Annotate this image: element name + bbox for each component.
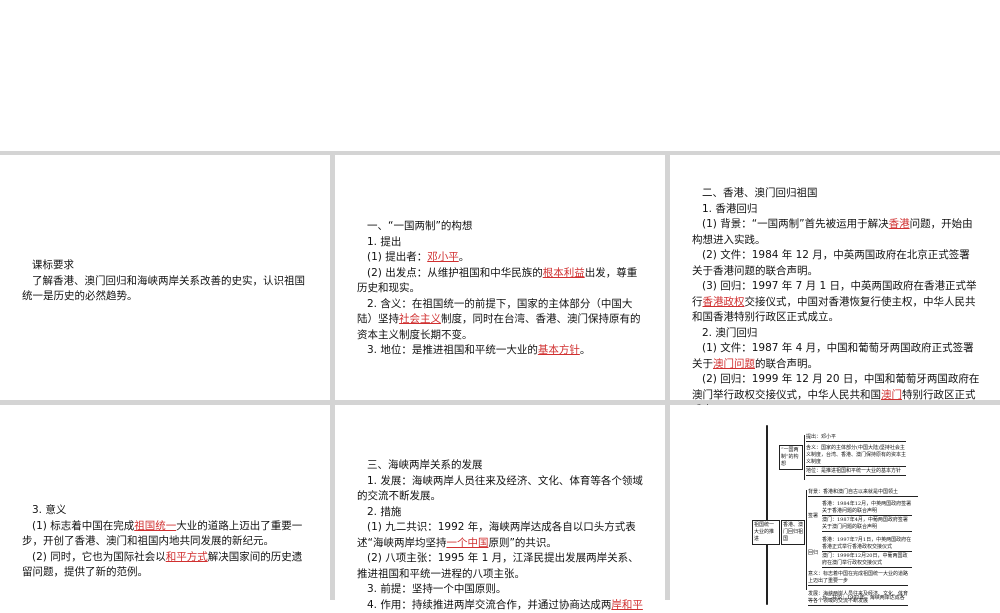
line: 3. 地位：是推进祖国和平统一大业的基本方针。 [357, 343, 645, 359]
subheading: 2. 澳门回归 [692, 326, 980, 342]
subheading: 2. 措施 [357, 505, 645, 521]
text: (1) 背景：“一国两制”首先被运用于解决 [702, 218, 889, 230]
text: 的联合声明。 [755, 358, 818, 370]
map-leaf: 提出：邓小平 [806, 434, 906, 442]
map-root: 祖国统一大业的推进 [752, 520, 780, 545]
answer-blank: 祖国统一 [134, 520, 176, 532]
map-leaf: 澳门：1999年12月20日，中葡两国政府在澳门举行政权交接仪式 [822, 553, 912, 568]
heading: 二、香港、澳门回归祖国 [692, 186, 980, 202]
line: (1) 提出者：邓小平。 [357, 250, 645, 266]
text: 4. 作用：持续推进两岸交流合作，并通过协商达成两 [367, 599, 611, 611]
answer-blank: 岸和平 [611, 599, 643, 611]
line: (2) 八项主张：1995 年 1 月，江泽民提出发展两岸关系、推进祖国和平统一… [357, 551, 645, 582]
text: (2) 出发点：从维护祖国和中华民族的 [367, 267, 543, 279]
answer-blank: 澳门问题 [713, 358, 755, 370]
map-leaf: 回归 [808, 550, 820, 557]
map-leaf: 意义：标志着中国在完成祖国统一大业的道路上迈出了重要一步 [808, 571, 908, 586]
map-leaf: 背景：香港和澳门自古以来就是中国领土 [808, 489, 918, 497]
slide-cross-strait: 三、海峡两岸关系的发展 1. 发展：海峡两岸人员往来及经济、文化、体育等各个领域… [335, 405, 665, 600]
map-leaf: 香港：1997年7月1日，中英两国政府在香港正式举行香港政权交接仪式 [822, 537, 912, 552]
answer-blank: 香港 [889, 218, 910, 230]
line: (2) 出发点：从维护祖国和中华民族的根本利益出发，尊重历史和现实。 [357, 266, 645, 297]
line: (1) 文件：1987 年 4 月，中国和葡萄牙两国政府正式签署关于澳门问题的联… [692, 341, 980, 372]
line: (2) 文件：1984 年 12 月，中英两国政府在北京正式签署关于香港问题的联… [692, 248, 980, 279]
answer-blank: 基本方针 [538, 344, 580, 356]
text: 。 [580, 344, 591, 356]
answer-blank: 一个中国 [446, 537, 488, 549]
text: (2) 同时，它也为国际社会以 [32, 551, 166, 563]
subheading: 1. 香港回归 [692, 202, 980, 218]
map-node: 香港、澳门回归祖国 [781, 520, 805, 545]
subheading: 3. 意义 [22, 503, 310, 519]
blank-header-area [0, 0, 1000, 151]
line: 3. 前提：坚持一个中国原则。 [357, 582, 645, 598]
map-node: “一国两制”的构想 [779, 445, 803, 470]
slide-curriculum: 课标要求 了解香港、澳门回归和海峡两岸关系改善的史实，认识祖国统一是历史的必然趋… [0, 155, 330, 400]
answer-blank: 澳门 [881, 389, 902, 401]
map-leaf: 地位：是推进祖国和平统一大业的基本方针 [806, 468, 906, 476]
slide-hk-macau-return: 二、香港、澳门回归祖国 1. 香港回归 (1) 背景：“一国两制”首先被运用于解… [670, 155, 1000, 400]
answer-blank: 邓小平 [427, 251, 459, 263]
heading: 三、海峡两岸关系的发展 [357, 458, 645, 474]
text: (1) 标志着中国在完成 [32, 520, 134, 532]
answer-blank: 和平方式 [166, 551, 208, 563]
answer-blank: 社会主义 [399, 313, 441, 325]
map-leaf: 签署 [808, 513, 820, 520]
line: (3) 回归：1997 年 7 月 1 日，中英两国政府在香港正式举行香港政权交… [692, 279, 980, 326]
line: (1) 九二共识：1992 年，海峡两岸达成各自以口头方式表述“海峡两岸均坚持一… [357, 520, 645, 551]
body: 了解香港、澳门回归和海峡两岸关系改善的史实，认识祖国统一是历史的必然趋势。 [22, 274, 310, 305]
line: 1. 发展：海峡两岸人员往来及经济、文化、体育等各个领域的交流不断发展。 [357, 474, 645, 505]
map-leaf: 香港：1984年12月，中英两国政府签署关于香港问题的联合声明 [822, 501, 912, 516]
heading: 一、“一国两制”的构想 [357, 219, 645, 235]
line: (1) 背景：“一国两制”首先被运用于解决香港问题，开始由构想进入实践。 [692, 217, 980, 248]
text: 3. 地位：是推进祖国和平统一大业的 [367, 344, 538, 356]
title: 课标要求 [22, 258, 310, 274]
text: 。 [459, 251, 470, 263]
subheading: 1. 提出 [357, 235, 645, 251]
line: (1) 标志着中国在完成祖国统一大业的道路上迈出了重要一步，开创了香港、澳门和祖… [22, 519, 310, 550]
slide-one-country-two-systems: 一、“一国两制”的构想 1. 提出 (1) 提出者：邓小平。 (2) 出发点：从… [335, 155, 665, 400]
map-leaf: 澳门：1987年4月，中葡两国政府签署关于澳门问题的联合声明 [822, 517, 912, 532]
text: 原则”的共识。 [488, 537, 556, 549]
answer-blank: 香港政权 [703, 296, 745, 308]
slide-mind-map: 祖国统一大业的推进 “一国两制”的构想 提出：邓小平 含义：国家的主体部分(中国… [670, 405, 1000, 600]
map-leaf: 含义：国家的主体部分(中国大陆)坚持社会主义制度，台湾、香港、澳门保持原有的资本… [806, 445, 906, 467]
slide-significance: 3. 意义 (1) 标志着中国在完成祖国统一大业的道路上迈出了重要一步，开创了香… [0, 405, 330, 600]
answer-blank: 根本利益 [543, 267, 585, 279]
text: (1) 提出者： [367, 251, 427, 263]
line: 2. 含义：在祖国统一的前提下，国家的主体部分（中国大陆）坚持社会主义制度，同时… [357, 297, 645, 344]
line: (2) 同时，它也为国际社会以和平方式解决国家间的历史遗留问题，提供了新的范例。 [22, 550, 310, 581]
